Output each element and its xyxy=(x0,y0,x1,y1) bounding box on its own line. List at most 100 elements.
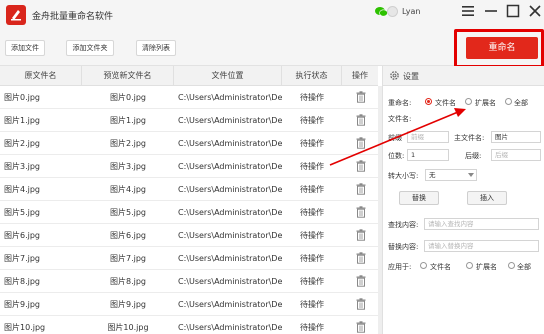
close-icon[interactable] xyxy=(527,3,543,19)
add-folder-button[interactable]: 添加文件夹 xyxy=(66,40,114,56)
add-file-button[interactable]: 添加文件 xyxy=(5,40,45,56)
rename-mode-label: 重命名: xyxy=(388,99,412,107)
apply-all-radio[interactable] xyxy=(508,262,515,269)
gear-icon xyxy=(390,71,399,80)
trash-icon[interactable] xyxy=(356,321,366,333)
file-location-cell: C:\Users\Administrator\De... xyxy=(178,208,282,217)
apply-extension-label[interactable]: 扩展名 xyxy=(476,262,497,272)
suffix-label: 后缀: xyxy=(465,152,482,160)
main-filename-label: 主文件名: xyxy=(454,134,485,142)
find-input[interactable]: 请输入查找内容 xyxy=(424,218,539,230)
table-row[interactable]: 图片4.jpg 图片4.jpg C:\Users\Administrator\De.… xyxy=(0,178,378,201)
table-row[interactable]: 图片1.jpg 图片1.jpg C:\Users\Administrator\De.… xyxy=(0,109,378,132)
trash-icon[interactable] xyxy=(356,206,366,218)
table-row[interactable]: 图片6.jpg 图片6.jpg C:\Users\Administrator\De.… xyxy=(0,224,378,247)
file-location-cell: C:\Users\Administrator\De... xyxy=(178,254,282,263)
trash-icon[interactable] xyxy=(356,137,366,149)
table-row[interactable]: 图片5.jpg 图片5.jpg C:\Users\Administrator\De.… xyxy=(0,201,378,224)
apply-all-label[interactable]: 全部 xyxy=(517,262,531,272)
prefix-input[interactable]: 前缀 xyxy=(407,131,449,143)
status-cell: 待操作 xyxy=(300,277,324,286)
column-header-status[interactable]: 执行状态 xyxy=(282,66,342,86)
clear-list-button[interactable]: 清除列表 xyxy=(136,40,176,56)
avatar[interactable] xyxy=(387,6,398,17)
preview-filename-cell: 图片1.jpg xyxy=(109,116,146,125)
status-cell: 待操作 xyxy=(300,93,324,102)
apply-filename-label[interactable]: 文件名 xyxy=(430,262,451,272)
table-row[interactable]: 图片2.jpg 图片2.jpg C:\Users\Administrator\De.… xyxy=(0,132,378,155)
digits-input[interactable]: 1 xyxy=(407,149,449,161)
chevron-down-icon xyxy=(468,173,474,177)
apply-filename-radio[interactable] xyxy=(420,262,427,269)
file-location-cell: C:\Users\Administrator\De... xyxy=(178,139,282,148)
menu-icon[interactable] xyxy=(460,3,476,19)
preview-filename-cell: 图片4.jpg xyxy=(109,185,146,194)
original-filename-cell: 图片2.jpg xyxy=(4,139,41,148)
find-label: 查找内容: xyxy=(388,221,419,229)
original-filename-cell: 图片3.jpg xyxy=(4,162,41,171)
rename-mode-all-radio[interactable] xyxy=(505,98,512,105)
suffix-input[interactable]: 后缀 xyxy=(491,149,541,161)
table-row[interactable]: 图片7.jpg 图片7.jpg C:\Users\Administrator\De.… xyxy=(0,247,378,270)
replace-button[interactable]: 替换 xyxy=(399,191,439,205)
preview-filename-cell: 图片2.jpg xyxy=(109,139,146,148)
preview-filename-cell: 图片6.jpg xyxy=(109,231,146,240)
rename-mode-extension-label[interactable]: 扩展名 xyxy=(475,98,496,108)
status-cell: 待操作 xyxy=(300,231,324,240)
trash-icon[interactable] xyxy=(356,252,366,264)
table-row[interactable]: 图片9.jpg 图片9.jpg C:\Users\Administrator\De.… xyxy=(0,293,378,316)
original-filename-cell: 图片5.jpg xyxy=(4,208,41,217)
file-location-cell: C:\Users\Administrator\De... xyxy=(178,162,282,171)
table-row[interactable]: 图片10.jpg 图片10.jpg C:\Users\Administrator\D… xyxy=(0,316,378,334)
settings-panel: 设置 重命名: 文件名 扩展名 全部 文件名: 前缀 前缀 主文件名: 图片 位… xyxy=(382,66,544,334)
file-location-cell: C:\Users\Administrator\De... xyxy=(178,323,282,332)
replace-label: 替换内容: xyxy=(388,243,419,251)
column-header-location[interactable]: 文件位置 xyxy=(174,66,282,86)
case-label: 转大小写: xyxy=(388,172,419,180)
status-cell: 待操作 xyxy=(300,208,324,217)
case-select[interactable]: 无 xyxy=(425,169,477,181)
insert-button[interactable]: 插入 xyxy=(467,191,507,205)
title-bar: 金舟批量重命名软件 Lyan xyxy=(0,0,544,30)
user-name: Lyan xyxy=(402,7,421,16)
preview-filename-cell: 图片7.jpg xyxy=(109,254,146,263)
rename-mode-filename-label[interactable]: 文件名 xyxy=(435,98,456,108)
rename-mode-all-label[interactable]: 全部 xyxy=(514,98,528,108)
trash-icon[interactable] xyxy=(356,160,366,172)
maximize-icon[interactable] xyxy=(505,3,521,19)
file-location-cell: C:\Users\Administrator\De... xyxy=(178,185,282,194)
main-filename-input[interactable]: 图片 xyxy=(491,131,541,143)
status-cell: 待操作 xyxy=(300,185,324,194)
file-location-cell: C:\Users\Administrator\De... xyxy=(178,231,282,240)
trash-icon[interactable] xyxy=(356,229,366,241)
column-header-preview[interactable]: 预览新文件名 xyxy=(82,66,174,86)
file-location-cell: C:\Users\Administrator\De... xyxy=(178,300,282,309)
trash-icon[interactable] xyxy=(356,91,366,103)
status-cell: 待操作 xyxy=(300,323,324,332)
trash-icon[interactable] xyxy=(356,183,366,195)
case-select-value: 无 xyxy=(429,171,436,179)
minimize-icon[interactable] xyxy=(483,3,499,19)
status-cell: 待操作 xyxy=(300,300,324,309)
file-location-cell: C:\Users\Administrator\De... xyxy=(178,116,282,125)
status-cell: 待操作 xyxy=(300,116,324,125)
settings-title: 设置 xyxy=(403,72,419,81)
column-header-original[interactable]: 原文件名 xyxy=(0,66,82,86)
table-row[interactable]: 图片0.jpg 图片0.jpg C:\Users\Administrator\De.… xyxy=(0,86,378,109)
file-location-cell: C:\Users\Administrator\De... xyxy=(178,93,282,102)
table-row[interactable]: 图片8.jpg 图片8.jpg C:\Users\Administrator\De.… xyxy=(0,270,378,293)
table-row[interactable]: 图片3.jpg 图片3.jpg C:\Users\Administrator\De.… xyxy=(0,155,378,178)
trash-icon[interactable] xyxy=(356,298,366,310)
trash-icon[interactable] xyxy=(356,275,366,287)
file-table: 原文件名 预览新文件名 文件位置 执行状态 操作 图片0.jpg 图片0.jpg C… xyxy=(0,66,378,334)
apply-to-label: 应用于: xyxy=(388,263,412,271)
rename-mode-extension-radio[interactable] xyxy=(465,98,472,105)
file-location-cell: C:\Users\Administrator\De... xyxy=(178,277,282,286)
apply-extension-radio[interactable] xyxy=(466,262,473,269)
trash-icon[interactable] xyxy=(356,114,366,126)
original-filename-cell: 图片1.jpg xyxy=(4,116,41,125)
replace-input[interactable]: 请输入替换内容 xyxy=(424,240,539,252)
original-filename-cell: 图片9.jpg xyxy=(4,300,41,309)
preview-filename-cell: 图片8.jpg xyxy=(109,277,146,286)
rename-mode-filename-radio[interactable] xyxy=(425,98,432,105)
